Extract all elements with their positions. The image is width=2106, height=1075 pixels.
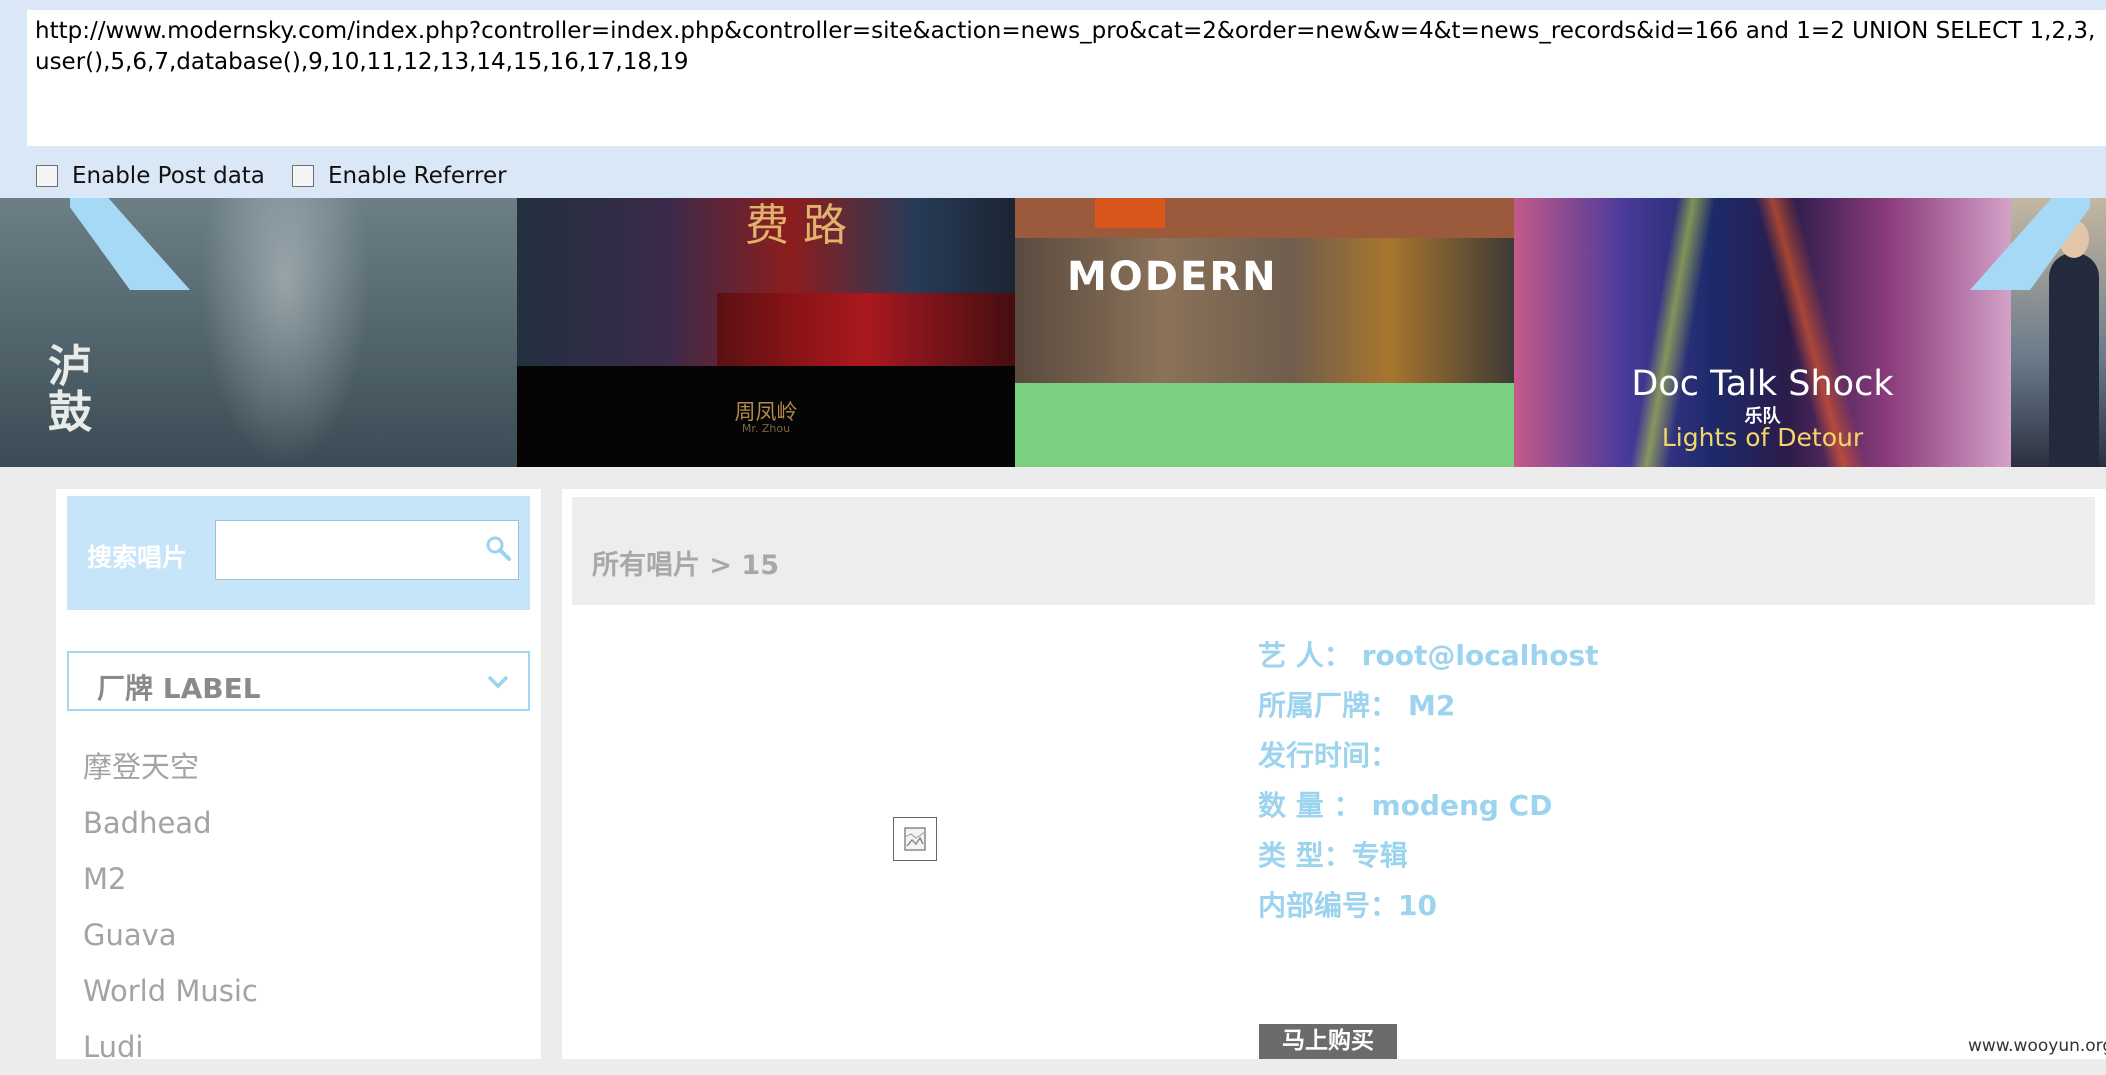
album-info: 艺 人： root@localhost 所属厂牌： M2 发行时间： 数 量 ： mo… <box>1258 631 1599 931</box>
slide-1-art-background <box>200 198 370 467</box>
main-content: 所有唱片 > 15 艺 人： root@localhost 所属厂牌： M2 发行时… <box>562 489 2106 1059</box>
info-label: 艺 人： <box>1258 639 1352 672</box>
enable-referrer-checkbox[interactable] <box>292 165 314 187</box>
enable-referrer-label: Enable Referrer <box>328 163 507 189</box>
enable-post-data-label: Enable Post data <box>72 163 265 189</box>
banner-slide-1[interactable]: 泸 鼓 <box>0 198 517 467</box>
slide-4-title: Doc Talk Shock <box>1631 364 1894 404</box>
label-item[interactable]: World Music <box>83 963 258 1019</box>
buy-now-button[interactable]: 马上购买 <box>1259 1024 1397 1059</box>
label-item[interactable]: 摩登天空 <box>83 739 258 795</box>
search-icon[interactable] <box>484 534 512 562</box>
breadcrumb-bar: 所有唱片 > 15 <box>572 497 2095 605</box>
slide-1-logo-text: 泸 鼓 <box>48 341 92 438</box>
slide-2-title: 费 路 <box>745 200 847 251</box>
hackbar-panel: http://www.modernsky.com/index.php?contr… <box>0 0 2106 198</box>
info-label: 数 量 ： <box>1258 789 1362 822</box>
broken-image-icon <box>893 817 937 861</box>
broken-image-glyph <box>904 827 926 851</box>
label-item[interactable]: Badhead <box>83 795 258 851</box>
info-label: 所属厂牌： <box>1258 689 1399 722</box>
banner-slide-3[interactable]: MODERN <box>1015 198 1514 467</box>
banner-carousel: 泸 鼓 费 路 周凤岭 Mr. Zhou MODERN Doc Talk Sho… <box>0 198 2106 467</box>
breadcrumb: 所有唱片 > 15 <box>592 550 779 581</box>
info-row-internal-id: 内部编号：10 <box>1258 881 1599 931</box>
label-dropdown-text: 厂牌 LABEL <box>97 672 261 705</box>
banner-slide-4[interactable]: Doc Talk Shock 乐队 Lights of Detour <box>1514 198 2011 467</box>
enable-post-data-checkbox[interactable] <box>36 165 58 187</box>
info-label: 内部编号： <box>1258 889 1399 922</box>
search-panel: 搜索唱片 <box>67 496 530 610</box>
info-row-type: 类 型：专辑 <box>1258 831 1599 881</box>
slide-3-logo: MODERN <box>1067 254 1278 300</box>
banner-slide-2[interactable]: 费 路 周凤岭 Mr. Zhou <box>517 198 1015 467</box>
label-item[interactable]: Guava <box>83 907 258 963</box>
info-row-label: 所属厂牌： M2 <box>1258 681 1599 731</box>
info-label: 发行时间： <box>1258 739 1399 772</box>
info-value: M2 <box>1408 689 1456 722</box>
info-row-quantity: 数 量 ： modeng CD <box>1258 781 1599 831</box>
label-item[interactable]: M2 <box>83 851 258 907</box>
info-row-artist: 艺 人： root@localhost <box>1258 631 1599 681</box>
info-row-release-date: 发行时间： <box>1258 731 1599 781</box>
enable-referrer-option[interactable]: Enable Referrer <box>292 160 507 192</box>
search-input[interactable] <box>215 520 519 580</box>
chevron-down-icon <box>487 675 509 689</box>
slide-2-subcaption: Mr. Zhou <box>741 422 791 435</box>
label-list: 摩登天空 Badhead M2 Guava World Music Ludi <box>83 739 258 1075</box>
slide-3-orange-sign <box>1095 198 1165 228</box>
info-value: root@localhost <box>1361 639 1599 672</box>
info-value: 10 <box>1398 889 1437 922</box>
label-dropdown[interactable]: 厂牌 LABEL <box>67 651 530 711</box>
label-item[interactable]: Ludi <box>83 1019 258 1075</box>
enable-post-data-option[interactable]: Enable Post data <box>36 160 265 192</box>
slide-4-subtitle: Lights of Detour <box>1661 423 1864 452</box>
url-input[interactable]: http://www.modernsky.com/index.php?contr… <box>27 10 2106 146</box>
info-label: 类 型： <box>1258 839 1352 872</box>
slide-5-figure <box>2049 253 2099 467</box>
search-label: 搜索唱片 <box>87 543 188 572</box>
slide-3-lawn <box>1015 383 1514 467</box>
sidebar: 搜索唱片 厂牌 LABEL 摩登天空 Badhead M2 Guava Worl… <box>56 489 541 1064</box>
info-value: 专辑 <box>1351 839 1408 872</box>
slide-2-red-light <box>717 293 1015 366</box>
watermark: www.wooyun.org <box>1968 1036 2106 1056</box>
info-value: modeng CD <box>1371 789 1553 822</box>
